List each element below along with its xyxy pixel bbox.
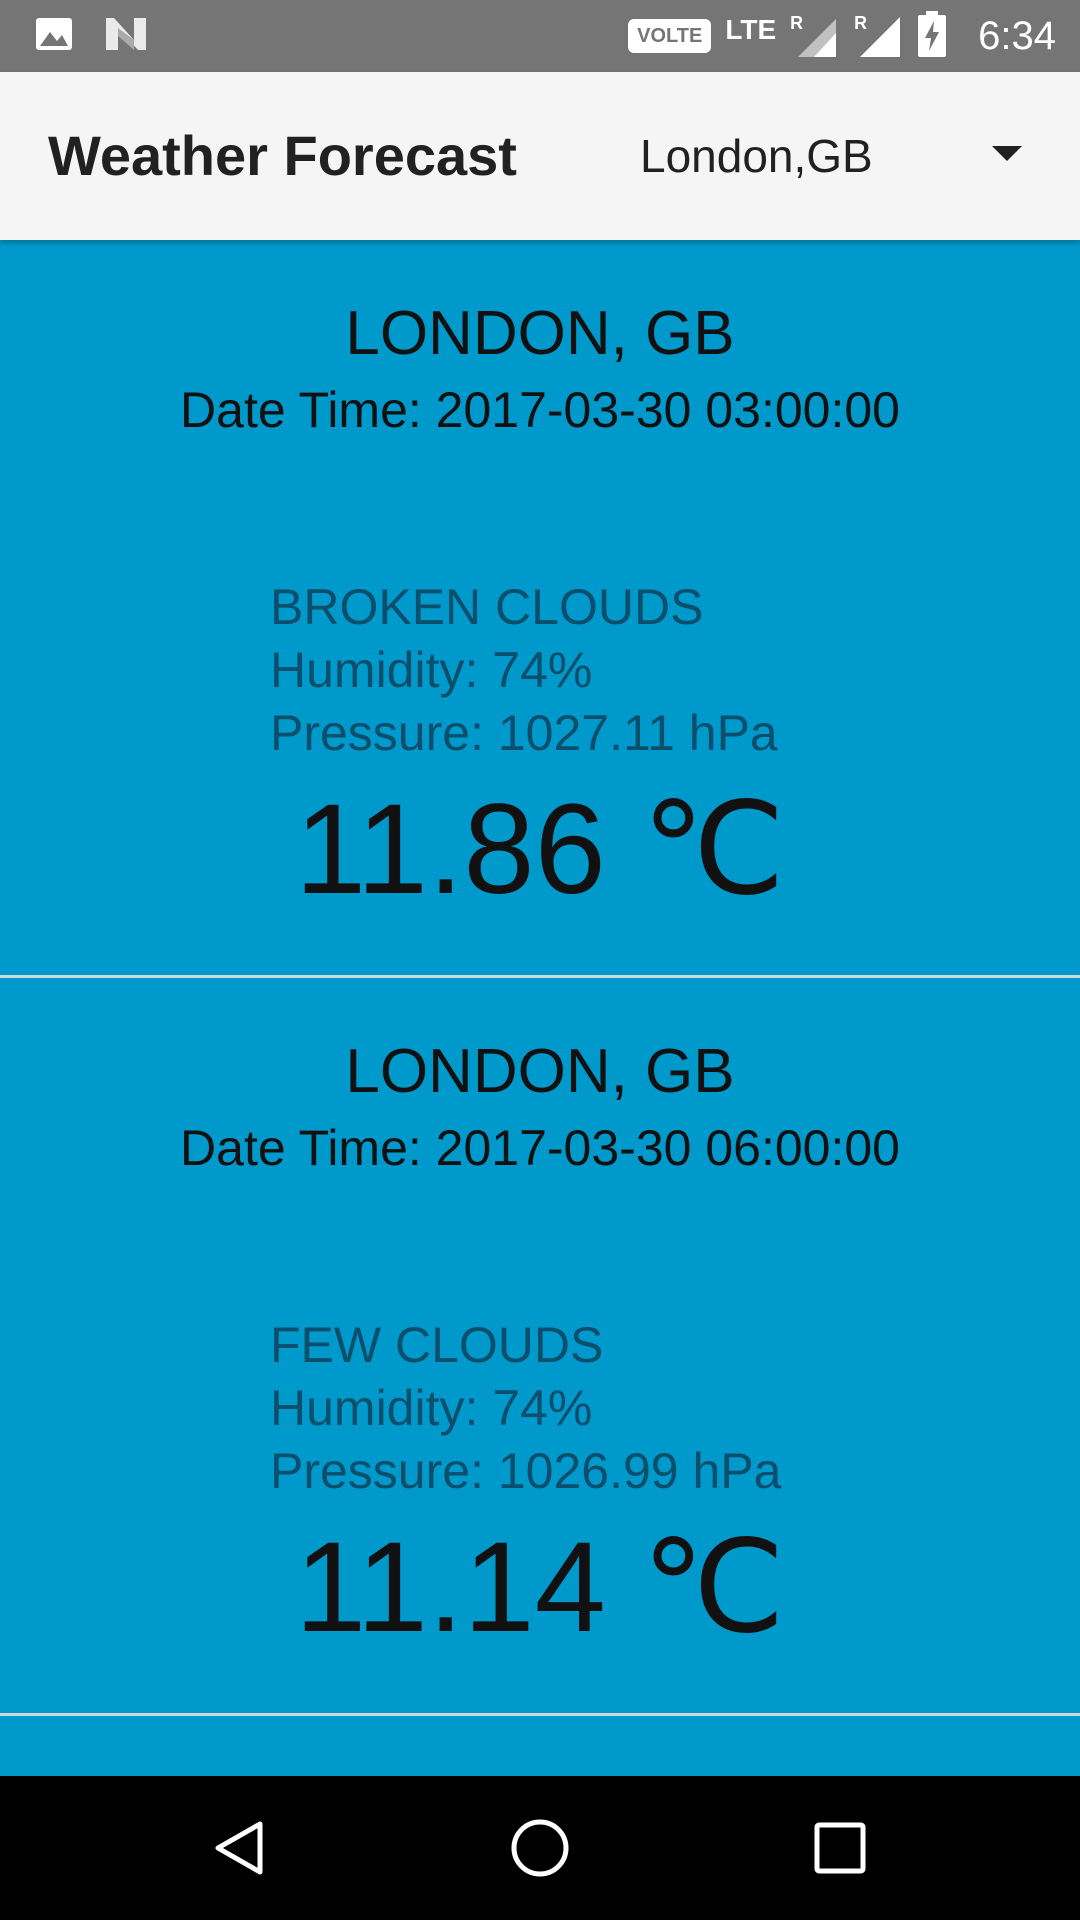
status-right: VOLTE LTE R R 6:34: [628, 0, 1056, 72]
forecast-pressure: Pressure: 1026.99 hPa: [270, 1443, 782, 1499]
forecast-details: BROKEN CLOUDS Humidity: 74% Pressure: 10…: [270, 576, 778, 765]
forecast-temperature: 11.14 ℃: [294, 1516, 786, 1659]
back-icon: [215, 1821, 263, 1875]
forecast-datetime: Date Time: 2017-03-30 03:00:00: [180, 382, 900, 438]
forecast-card[interactable]: LONDON, GB Date Time: 2017-03-30 03:00:0…: [0, 240, 1080, 978]
forecast-humidity: Humidity: 74%: [270, 642, 593, 698]
home-icon: [511, 1819, 569, 1877]
status-clock: 6:34: [978, 13, 1056, 58]
forecast-humidity: Humidity: 74%: [270, 1380, 593, 1436]
recents-button[interactable]: [804, 1812, 876, 1884]
forecast-pressure: Pressure: 1027.11 hPa: [270, 705, 778, 761]
signal-icon-2: R: [854, 13, 904, 59]
location-select-value: London,GB: [640, 130, 873, 182]
n-logo-icon: [104, 14, 148, 59]
image-icon: [34, 14, 74, 59]
forecast-datetime: Date Time: 2017-03-30 06:00:00: [180, 1120, 900, 1176]
status-left: [34, 14, 148, 59]
volte-badge: VOLTE: [628, 19, 712, 53]
app-bar: Weather Forecast London,GB: [0, 72, 1080, 240]
status-bar: VOLTE LTE R R 6:34: [0, 0, 1080, 72]
signal-icon: R: [790, 13, 840, 59]
forecast-details: FEW CLOUDS Humidity: 74% Pressure: 1026.…: [270, 1314, 781, 1503]
network-type-label: LTE: [725, 14, 777, 45]
home-button[interactable]: [504, 1812, 576, 1884]
app-title: Weather Forecast: [48, 124, 517, 187]
forecast-city: LONDON, GB: [345, 1037, 735, 1106]
forecast-temperature: 11.86 ℃: [294, 778, 786, 921]
location-select[interactable]: London,GB: [640, 120, 1040, 192]
forecast-description: BROKEN CLOUDS: [270, 579, 704, 635]
forecast-city: LONDON, GB: [345, 299, 735, 368]
battery-charging-icon: [918, 10, 947, 62]
dropdown-arrow-icon: [992, 146, 1022, 161]
back-button[interactable]: [204, 1812, 276, 1884]
forecast-list[interactable]: LONDON, GB Date Time: 2017-03-30 03:00:0…: [0, 240, 1080, 1776]
forecast-card[interactable]: LONDON, GB Date Time: 2017-03-30 06:00:0…: [0, 978, 1080, 1716]
recents-icon: [814, 1822, 866, 1874]
navigation-bar: [0, 1776, 1080, 1920]
forecast-description: FEW CLOUDS: [270, 1317, 604, 1373]
